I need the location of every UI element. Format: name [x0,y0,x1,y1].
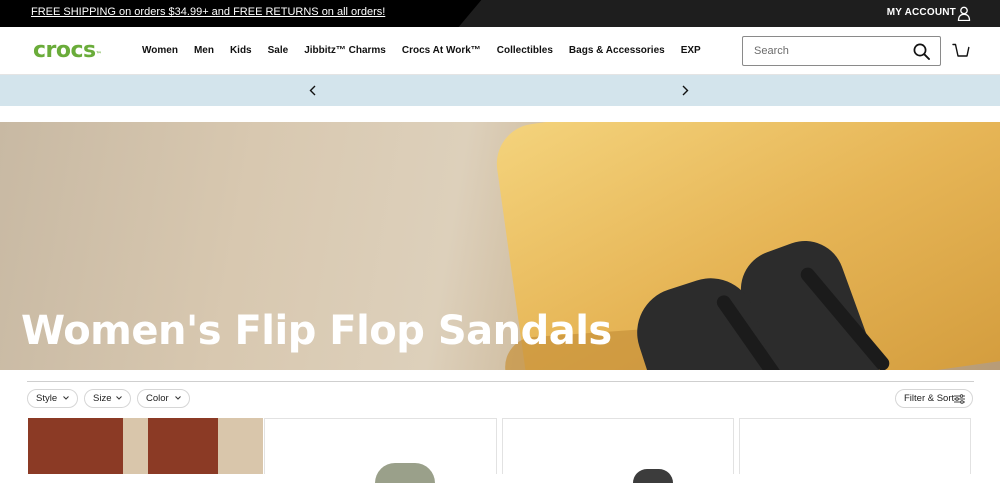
chevron-right-icon[interactable] [680,85,690,96]
product-tile[interactable] [28,418,263,474]
sliders-icon [954,394,965,404]
promo-carousel [0,75,1000,106]
search-icon[interactable] [913,43,930,60]
main-nav: Women Men Kids Sale Jibbitz™ Charms Croc… [142,45,717,56]
nav-item-jibbitz[interactable]: Jibbitz™ Charms [304,45,386,56]
nav-item-crocs-at-work[interactable]: Crocs At Work™ [402,45,481,56]
filter-sort-button[interactable]: Filter & Sort [895,389,973,408]
hero-banner: Women's Flip Flop Sandals [0,122,1000,370]
nav-item-collectibles[interactable]: Collectibles [497,45,553,56]
search-placeholder: Search [754,45,789,57]
product-image [375,463,435,483]
trademark-mark: ™ [95,51,102,58]
filter-sort-label: Filter & Sort [904,393,955,404]
chevron-left-icon[interactable] [308,85,318,96]
page-title: Women's Flip Flop Sandals [21,308,612,354]
nav-item-exp[interactable]: EXP [681,45,701,56]
my-account-link[interactable]: MY ACCOUNT [887,7,956,18]
filter-divider [27,381,974,382]
product-image-detail [28,418,123,474]
nav-item-women[interactable]: Women [142,45,178,56]
search-input[interactable]: Search [742,36,941,66]
user-icon[interactable] [957,6,971,21]
chevron-down-icon [116,396,122,400]
nav-item-bags-accessories[interactable]: Bags & Accessories [569,45,665,56]
color-filter-dropdown[interactable]: Color [137,389,190,408]
nav-item-sale[interactable]: Sale [268,45,289,56]
chevron-down-icon [63,396,69,400]
product-tile[interactable] [502,418,734,483]
nav-item-kids[interactable]: Kids [230,45,252,56]
product-image-detail [148,418,218,474]
product-image [633,469,673,483]
promo-bar: FREE SHIPPING on orders $34.99+ and FREE… [0,0,1000,27]
crocs-logo[interactable]: crocs™ [33,37,102,65]
product-tile[interactable] [264,418,497,483]
size-filter-dropdown[interactable]: Size [84,389,131,408]
site-header: crocs™ Women Men Kids Sale Jibbitz™ Char… [0,27,1000,75]
filter-chip-label: Style [36,393,58,404]
promo-link[interactable]: FREE SHIPPING on orders $34.99+ and FREE… [31,6,385,18]
filter-chip-label: Color [146,393,169,404]
chevron-down-icon [175,396,181,400]
product-tile[interactable] [739,418,971,474]
logo-text: crocs [33,38,96,63]
filter-chip-label: Size [93,393,112,404]
nav-item-men[interactable]: Men [194,45,214,56]
cart-icon[interactable] [952,43,970,59]
style-filter-dropdown[interactable]: Style [27,389,78,408]
